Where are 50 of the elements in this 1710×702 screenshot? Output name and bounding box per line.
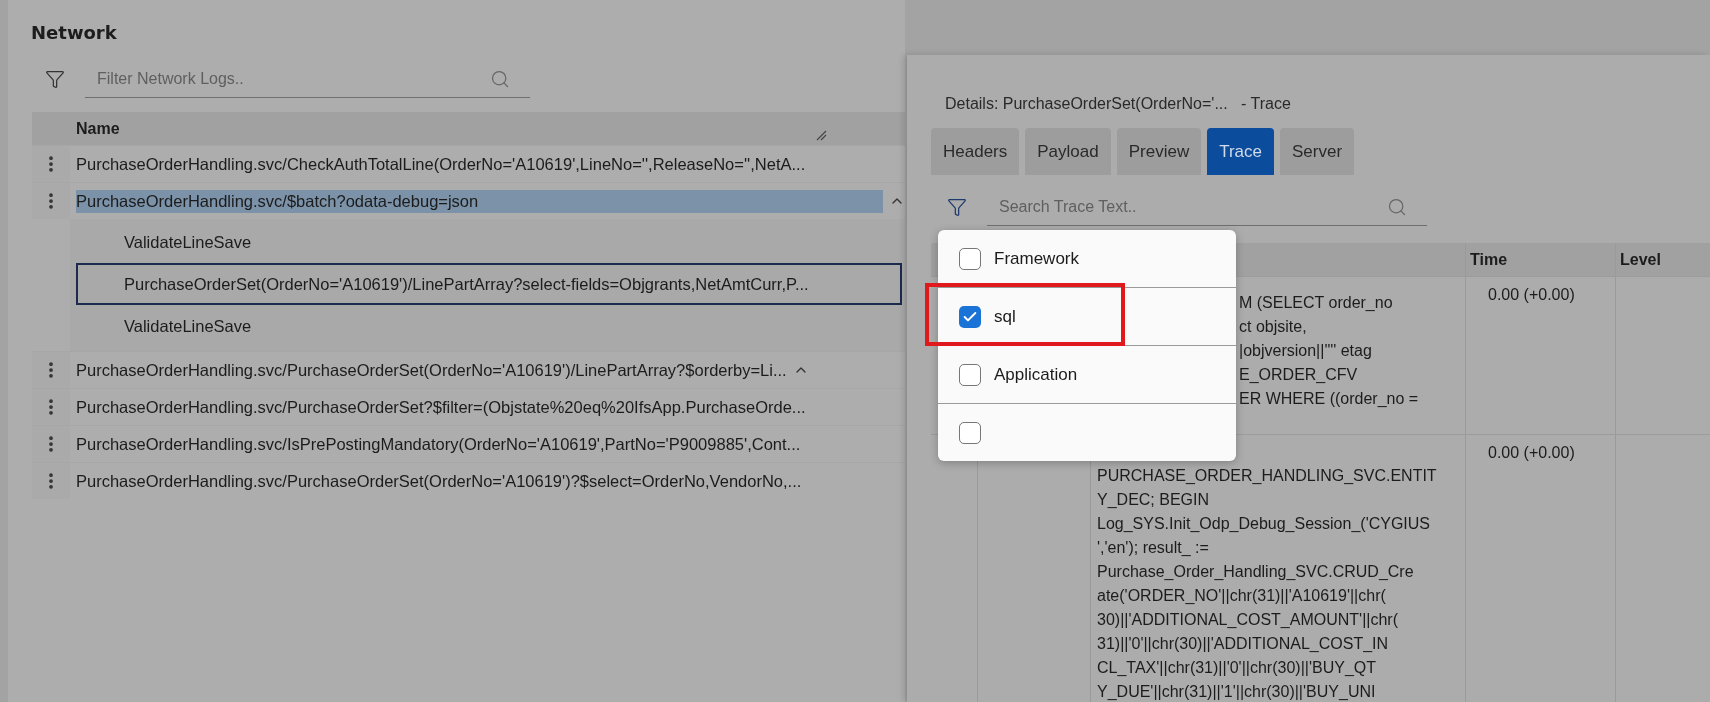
checkbox-label: sql (994, 306, 1016, 327)
request-name[interactable]: PurchaseOrderHandling.svc/$batch?odata-debug=json (76, 189, 883, 213)
request-name[interactable]: PurchaseOrderHandling.svc/CheckAuthTotalLine(OrderNo='A10619',LineNo='',ReleaseNo='',NetA... (76, 152, 806, 176)
column-header: Time (1469, 250, 1509, 270)
search-field[interactable]: Search Trace Text.. (987, 188, 1427, 226)
tab[interactable]: Headers (931, 128, 1020, 175)
trace-message-line: Y_DEC; BEGIN (1097, 490, 1211, 510)
filter-icon[interactable] (947, 197, 967, 217)
column-header: Level (1619, 250, 1662, 270)
trace-message-line: CL_TAX'||chr(31)||'0'||chr(30)||'BUY_QT (1097, 658, 1378, 678)
checkbox-label: Framework (994, 248, 1079, 269)
batch-item[interactable]: ValidateLineSave (76, 305, 902, 347)
search-field[interactable]: Filter Network Logs.. (85, 60, 530, 98)
tab[interactable]: Trace (1207, 128, 1274, 175)
trace-message-line: Log_SYS.Init_Odp_Debug_Session_('CYGIUS (1097, 514, 1432, 534)
trace-message-line: Y_DUE'||chr(31)||'1'||chr(30)||'BUY_UNI (1097, 682, 1377, 702)
trace-message-line: E_ORDER_CFV (1239, 365, 1359, 385)
tab[interactable]: Payload (1025, 128, 1111, 175)
search-icon[interactable] (1387, 197, 1407, 217)
batch-item[interactable]: PurchaseOrderSet(OrderNo='A10619')/LinePartArray?select-fields=Objgrants,NetAmtCurr,P... (76, 263, 902, 305)
trace-message-line: M (SELECT order_no (1239, 293, 1394, 313)
resize-handle-icon[interactable] (815, 129, 827, 141)
request-name[interactable]: PurchaseOrderHandling.svc/IsPrePostingMandatory(OrderNo='A10619',PartNo='P9009885',Cont... (76, 432, 801, 456)
trace-message-line: PURCHASE_ORDER_HANDLING_SVC.ENTIT (1097, 466, 1438, 486)
trace-message-line: 30)||'ADDITIONAL_COST_AMOUNT'||chr( (1097, 610, 1399, 630)
search-icon[interactable] (490, 69, 510, 89)
checkbox-label: Application (994, 364, 1078, 385)
trace-message-line: ate('ORDER_NO'||chr(31)||'A10619'||chr( (1097, 586, 1387, 606)
checkbox[interactable] (959, 421, 981, 444)
tab[interactable]: Server (1280, 128, 1355, 175)
request-name[interactable]: PurchaseOrderHandling.svc/PurchaseOrderSet(OrderNo='A10619')?$select=OrderNo,VendorNo,... (76, 469, 802, 493)
tab[interactable]: Preview (1116, 128, 1202, 175)
panel-title: Network (30, 21, 118, 45)
details-title: Details: PurchaseOrderSet(OrderNo='... - Trace (944, 94, 1292, 114)
request-name[interactable]: PurchaseOrderHandling.svc/PurchaseOrderSet?$filter=(Objstate%20eq%20IfsApp.PurchaseOrde... (76, 395, 806, 419)
checkbox[interactable] (959, 247, 981, 270)
checkbox[interactable] (959, 305, 981, 328)
checkbox[interactable] (959, 363, 981, 386)
trace-message-line: ','en'); result_ := (1097, 538, 1210, 558)
column-header: Name (76, 119, 120, 138)
trace-time: 0.00 (+0.00) (1487, 443, 1576, 463)
filter-icon[interactable] (45, 69, 65, 89)
trace-message-line: |objversion||'"' etag (1239, 341, 1373, 361)
trace-message-line: ER WHERE ((order_no = (1239, 389, 1420, 409)
request-name[interactable]: PurchaseOrderHandling.svc/PurchaseOrderSet(OrderNo='A10619')/LinePartArray?$orderby=Li... (76, 358, 787, 382)
trace-time: 0.00 (+0.00) (1487, 285, 1576, 305)
batch-item[interactable]: ValidateLineSave (76, 221, 902, 263)
trace-message-line: 31)||'0'||chr(30)||'ADDITIONAL_COST_IN (1097, 634, 1390, 654)
trace-message-line: ct objsite, (1239, 317, 1308, 337)
trace-message-line: Purchase_Order_Handling_SVC.CRUD_Cre (1097, 562, 1415, 582)
